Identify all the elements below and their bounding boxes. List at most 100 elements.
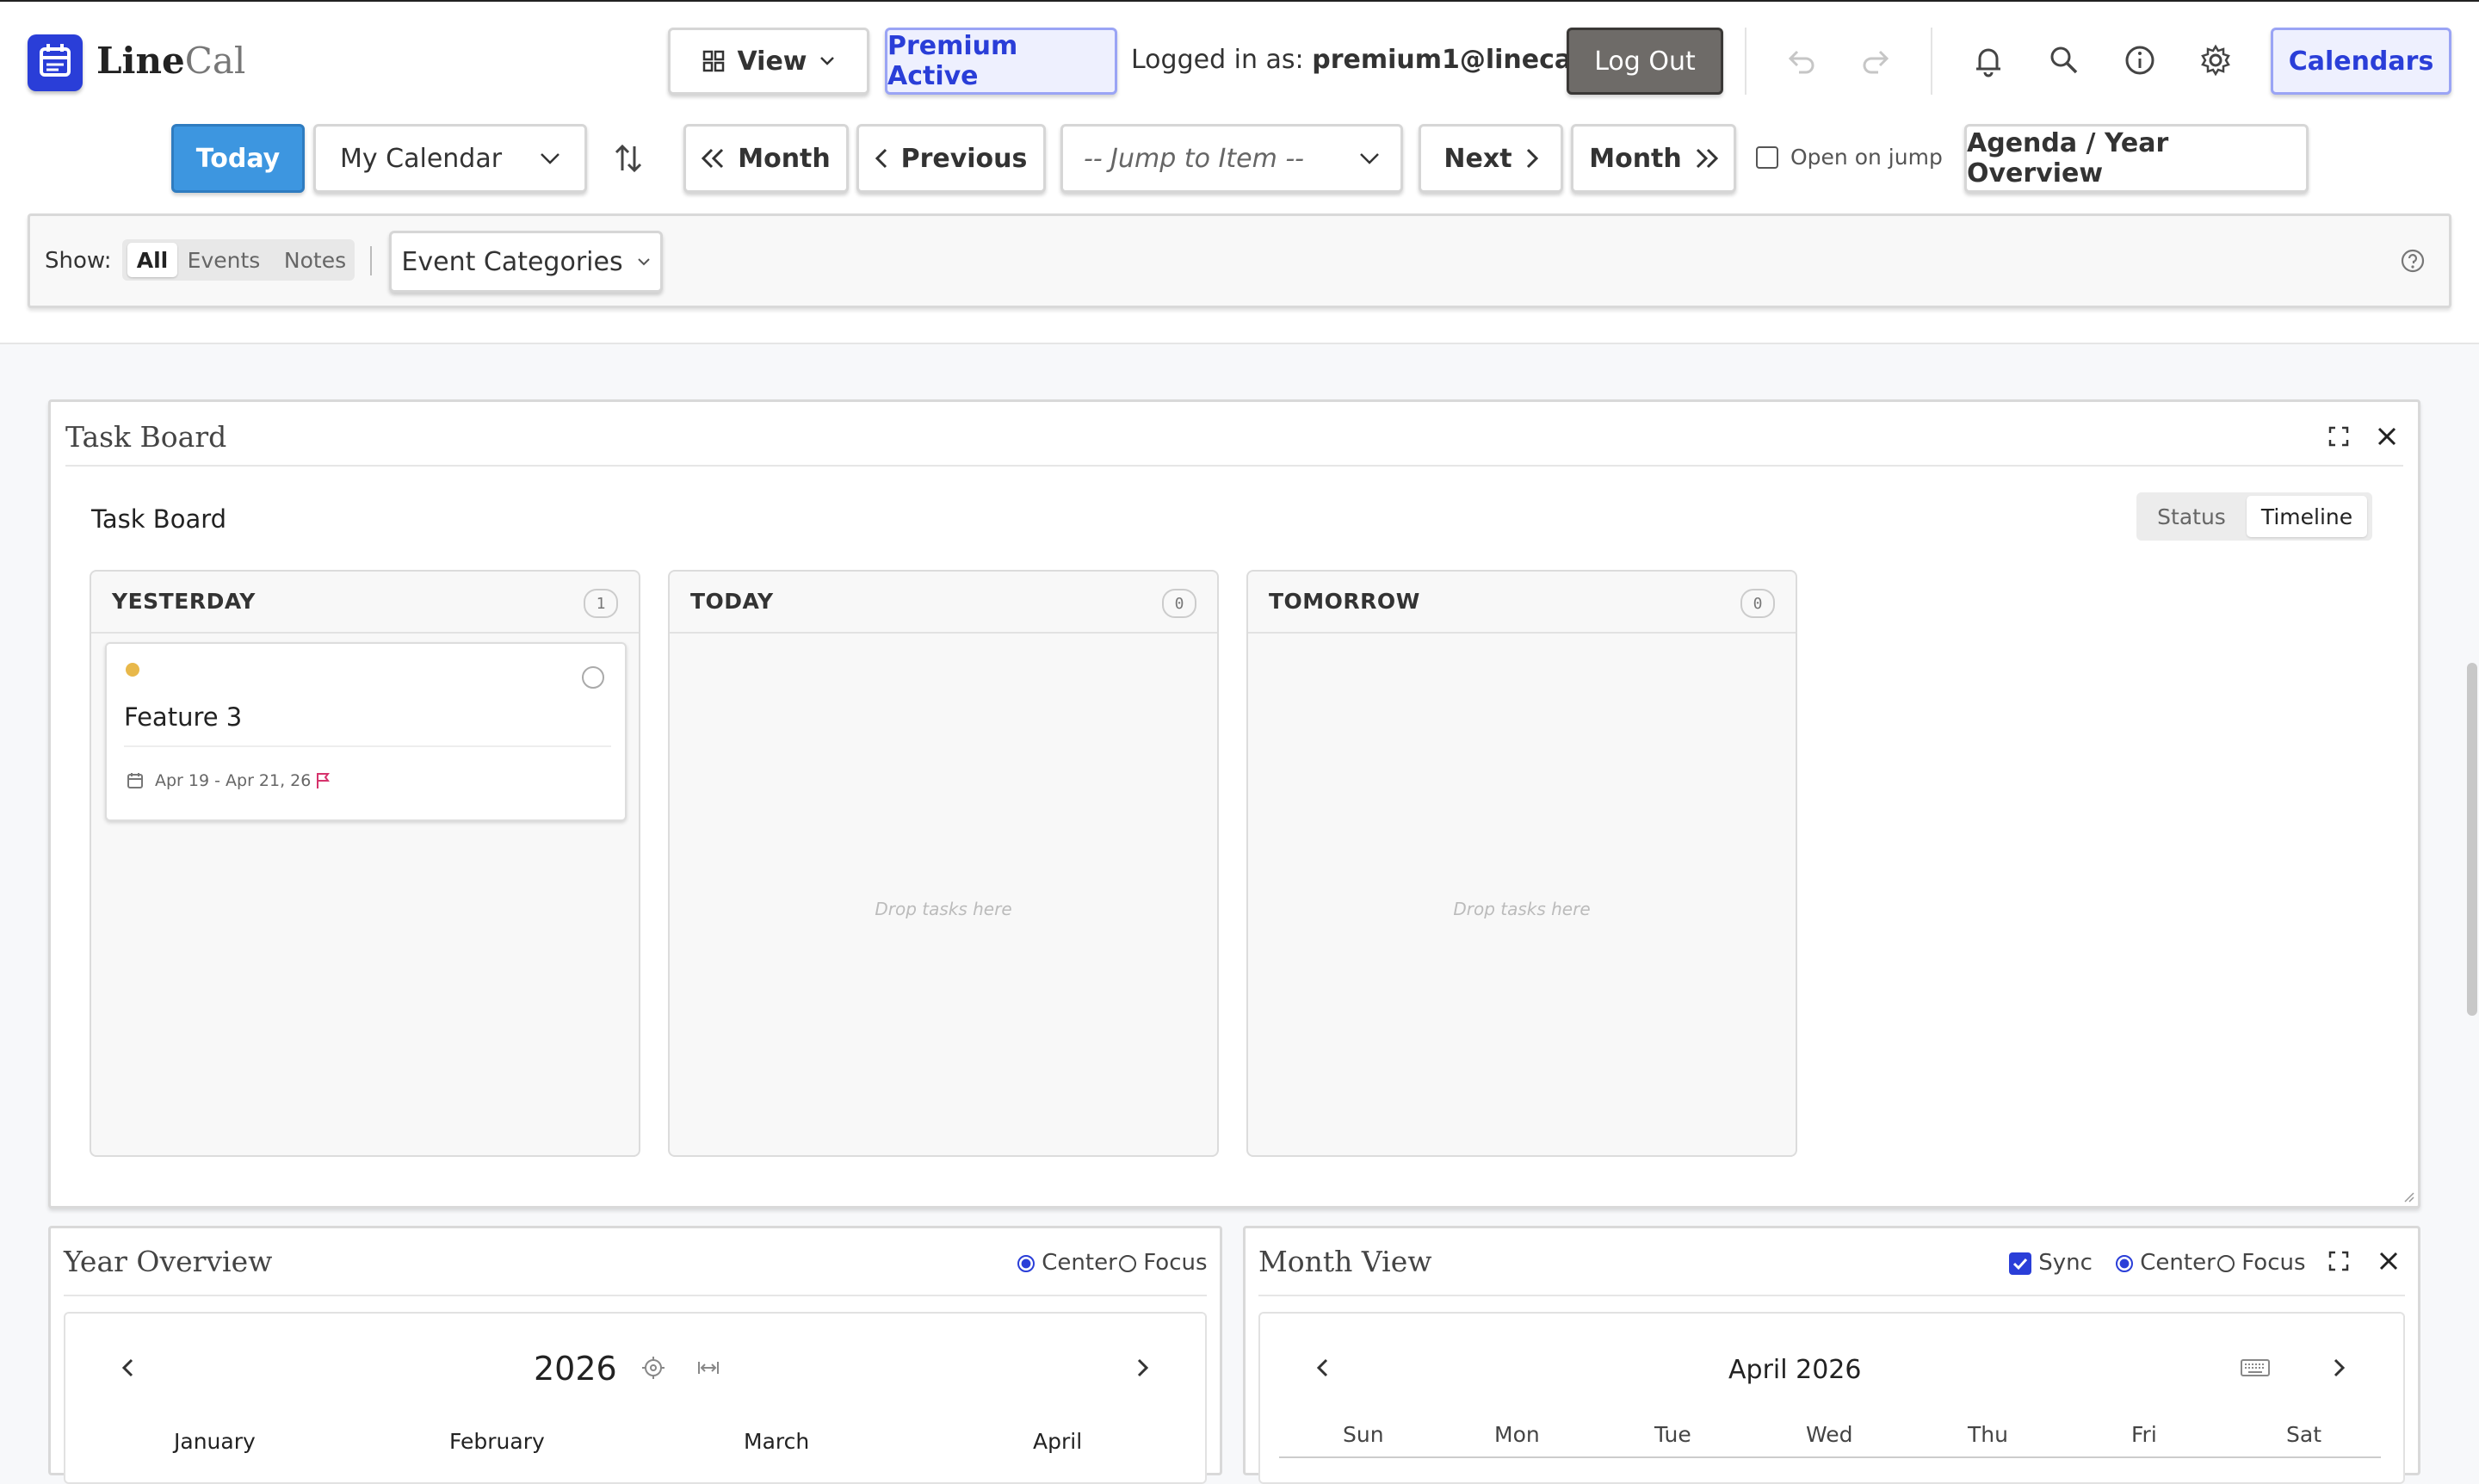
weekday-label: Sat: [2286, 1422, 2321, 1447]
column-title: YESTERDAY: [112, 589, 256, 614]
previous-button[interactable]: Previous: [856, 124, 1046, 193]
drop-zone-hint: Drop tasks here: [875, 899, 1012, 919]
search-button[interactable]: [2045, 41, 2083, 79]
close-panel-button[interactable]: [2374, 424, 2400, 449]
expand-button[interactable]: [2326, 424, 2352, 449]
show-all-option[interactable]: All: [127, 243, 177, 277]
status-tab[interactable]: Status: [2140, 504, 2243, 529]
radio-unselected-icon: [1119, 1254, 1136, 1272]
chevron-down-icon: [819, 57, 834, 65]
expand-icon: [2328, 426, 2349, 447]
page-scrollbar[interactable]: [2467, 663, 2477, 1016]
today-button[interactable]: Today: [171, 124, 305, 193]
month-label: January: [174, 1429, 256, 1454]
chevron-right-icon: [1526, 148, 1538, 169]
weekday-label: Mon: [1494, 1422, 1540, 1447]
month-view-label: April 2026: [1728, 1355, 1862, 1385]
sync-checkbox[interactable]: Sync: [2009, 1250, 2093, 1276]
focus-radio[interactable]: Focus: [1119, 1250, 1208, 1276]
next-month-button[interactable]: [2326, 1355, 2352, 1381]
flag-icon: [317, 773, 330, 788]
card-divider: [124, 745, 611, 747]
agenda-year-overview-button[interactable]: Agenda / Year Overview: [1964, 124, 2309, 193]
help-button[interactable]: [2400, 248, 2426, 274]
task-dates: Apr 19 - Apr 21, 26: [155, 771, 312, 790]
task-title: Feature 3: [124, 702, 243, 732]
notifications-button[interactable]: [1969, 41, 2007, 79]
info-button[interactable]: [2121, 41, 2159, 79]
search-icon: [2050, 46, 2078, 74]
center-radio[interactable]: Center: [1017, 1250, 1117, 1276]
jump-to-item-select[interactable]: -- Jump to Item --: [1060, 124, 1403, 193]
filter-divider: [370, 246, 372, 275]
month-view-title: Month View: [1258, 1245, 1432, 1278]
chevron-down-icon: [637, 258, 650, 266]
resize-handle[interactable]: [2402, 1190, 2415, 1203]
close-icon: [2377, 427, 2396, 446]
show-events-option[interactable]: Events: [181, 248, 267, 273]
view-label: View: [737, 46, 807, 77]
fit-width-button[interactable]: [695, 1355, 721, 1381]
column-title: TODAY: [690, 589, 774, 614]
premium-status-button[interactable]: Premium Active: [885, 28, 1117, 95]
help-circle-icon: [2401, 249, 2425, 273]
month-calendar-card: [1258, 1312, 2405, 1484]
previous-year-button[interactable]: [115, 1355, 141, 1381]
drop-zone-hint: Drop tasks here: [1453, 899, 1591, 919]
next-year-button[interactable]: [1129, 1355, 1155, 1381]
undo-icon: [1788, 50, 1814, 74]
focus-radio[interactable]: Focus: [2217, 1250, 2306, 1276]
year-overview-divider: [64, 1295, 1207, 1296]
next-button[interactable]: Next: [1419, 124, 1563, 193]
settings-button[interactable]: [2197, 41, 2235, 79]
view-button[interactable]: View: [668, 28, 869, 95]
column-count-badge: 0: [1162, 589, 1196, 618]
month-back-button[interactable]: Month: [683, 124, 849, 193]
undo-button[interactable]: [1782, 41, 1820, 79]
double-chevron-left-icon: [702, 148, 724, 169]
chevron-right-icon: [1137, 1358, 1149, 1377]
weekday-label: Tue: [1654, 1422, 1691, 1447]
open-on-jump-checkbox[interactable]: [1756, 146, 1778, 169]
radio-selected-icon: [2116, 1254, 2133, 1272]
complete-toggle[interactable]: [582, 666, 604, 689]
month-label: February: [449, 1429, 545, 1454]
weekday-label: Fri: [2131, 1422, 2157, 1447]
redo-icon: [1863, 50, 1889, 74]
app-title: LineCal: [96, 40, 246, 82]
radio-selected-icon: [1017, 1254, 1035, 1272]
task-card[interactable]: Feature 3 Apr 19 - Apr 21, 26: [105, 642, 627, 821]
keyboard-icon: [2241, 1359, 2270, 1376]
task-board-heading: Task Board: [91, 504, 227, 534]
month-forward-button[interactable]: Month: [1571, 124, 1736, 193]
month-label: March: [744, 1429, 810, 1454]
checkbox-checked-icon: [2009, 1252, 2031, 1275]
toolbar-divider: [1745, 28, 1746, 95]
toolbar-divider: [1931, 28, 1932, 95]
chevron-right-icon: [2334, 1358, 2346, 1377]
redo-button[interactable]: [1858, 41, 1895, 79]
keyboard-shortcuts-button[interactable]: [2240, 1355, 2271, 1381]
go-to-current-year-button[interactable]: [640, 1355, 666, 1381]
grid-icon: [703, 50, 725, 72]
weekday-underline: [1279, 1456, 2381, 1458]
logout-button[interactable]: Log Out: [1567, 28, 1723, 95]
sort-toggle-button[interactable]: [611, 139, 646, 177]
month-label: April: [1033, 1429, 1083, 1454]
weekday-label: Wed: [1806, 1422, 1853, 1447]
show-notes-option[interactable]: Notes: [274, 248, 356, 273]
close-panel-button[interactable]: [2376, 1248, 2402, 1274]
chevron-down-icon: [541, 153, 559, 164]
gear-icon: [2201, 44, 2230, 77]
calendars-button[interactable]: Calendars: [2271, 28, 2451, 95]
expand-button[interactable]: [2326, 1248, 2352, 1274]
calendar-select[interactable]: My Calendar: [313, 124, 587, 193]
panel-header-divider: [65, 465, 2403, 467]
bell-icon: [1976, 48, 2000, 77]
event-categories-button[interactable]: Event Categories: [389, 231, 663, 293]
double-chevron-right-icon: [1696, 148, 1718, 169]
previous-month-button[interactable]: [1310, 1355, 1336, 1381]
timeline-tab[interactable]: Timeline: [2247, 496, 2367, 537]
column-count-badge: 1: [584, 589, 618, 618]
center-radio[interactable]: Center: [2116, 1250, 2216, 1276]
